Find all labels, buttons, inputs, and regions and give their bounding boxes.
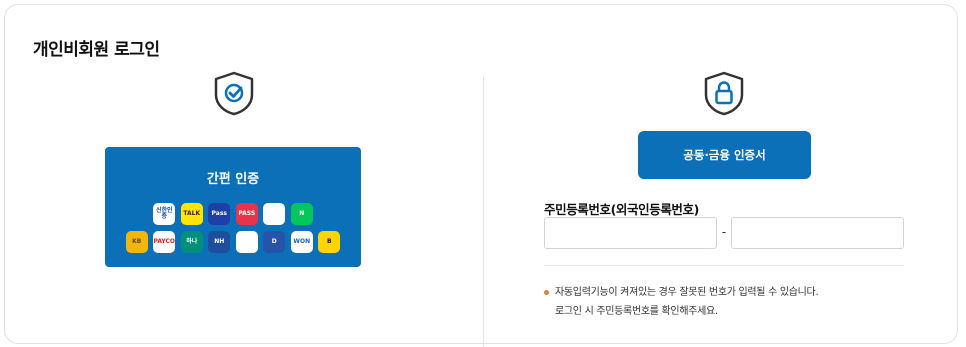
banksalad-icon: B bbox=[318, 231, 341, 253]
kb-icon: KB bbox=[125, 231, 148, 253]
rrn-front-input[interactable] bbox=[544, 217, 717, 249]
pass-icon: PASS bbox=[235, 203, 258, 225]
naver-icon: N bbox=[290, 203, 313, 225]
shinhan-icon: 신한인증 bbox=[153, 203, 176, 225]
simple-auth-label: 간편 인증 bbox=[206, 172, 260, 187]
rrn-back-input[interactable] bbox=[731, 217, 904, 249]
app-icon-text: KB bbox=[132, 238, 142, 245]
notice-divider bbox=[544, 265, 904, 266]
app-icon-text: WON bbox=[293, 238, 311, 245]
app-icon-text: N bbox=[299, 210, 305, 217]
notice-text: 자동입력기능이 켜져있는 경우 잘못된 번호가 입력될 수 있습니다. 로그인 … bbox=[544, 283, 819, 321]
smile-icon bbox=[235, 231, 258, 253]
app-icon-text: TALK bbox=[183, 210, 201, 217]
app-icon-text: PAYCO bbox=[153, 238, 176, 245]
certificate-login-button[interactable]: 공동·금융 인증서 bbox=[638, 131, 811, 179]
shield-lock-icon bbox=[704, 71, 744, 116]
nh-icon: NH bbox=[208, 231, 231, 253]
rrn-label: 주민등록번호(외국인등록번호) bbox=[544, 202, 699, 217]
simple-auth-button[interactable]: 간편 인증 신한인증 TALK Pass PASS N KB PAYCO 하나 NH D WON B bbox=[105, 147, 361, 267]
shield-check-icon bbox=[214, 71, 254, 116]
app-icon-text: B bbox=[326, 238, 332, 245]
hana-icon: 하나 bbox=[180, 231, 203, 253]
bullet-icon bbox=[544, 289, 549, 295]
dream-shield-icon: D bbox=[263, 231, 286, 253]
kakao-talk-icon: TALK bbox=[180, 203, 203, 225]
app-icon-text: PASS bbox=[238, 210, 256, 217]
rrn-separator: - bbox=[721, 225, 727, 239]
woori-icon: WON bbox=[290, 231, 313, 253]
app-icon-text: 하나 bbox=[186, 238, 198, 245]
app-icon-text: NH bbox=[214, 238, 225, 245]
samsung-pass-icon: Pass bbox=[208, 203, 231, 225]
payco-icon: PAYCO bbox=[153, 231, 176, 253]
vertical-divider bbox=[483, 77, 484, 347]
app-icon-text: 신한인증 bbox=[155, 207, 173, 220]
notice-line-2: 로그인 시 주민등록번호를 확인해주세요. bbox=[555, 306, 718, 317]
app-icon-text: D bbox=[271, 238, 277, 245]
notice-line-1: 자동입력기능이 켜져있는 경우 잘못된 번호가 입력될 수 있습니다. bbox=[555, 287, 819, 298]
page-title: 개인비회원 로그인 bbox=[33, 40, 160, 60]
toss-icon bbox=[263, 203, 286, 225]
app-icon-text: Pass bbox=[211, 210, 227, 217]
